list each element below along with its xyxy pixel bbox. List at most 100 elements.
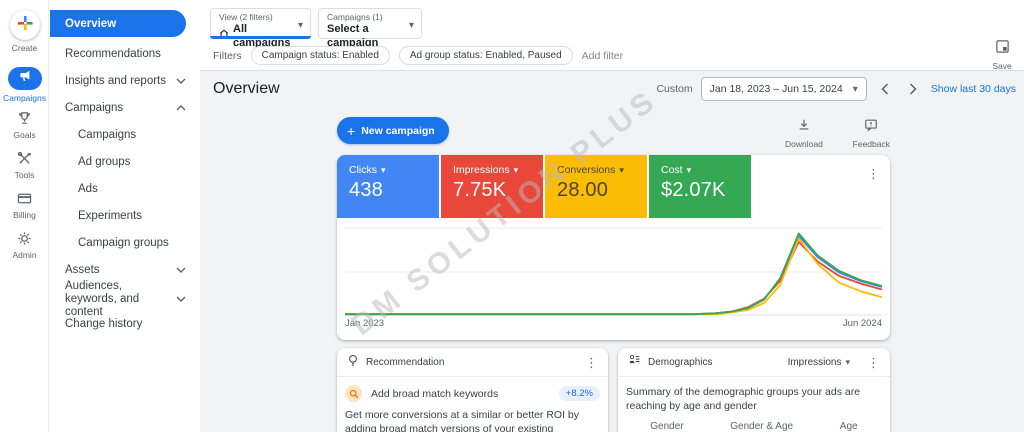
rail-item-admin[interactable]: Admin <box>0 229 49 260</box>
chevron-down-icon <box>176 78 186 84</box>
x-axis-end-label: Jun 2024 <box>843 318 882 329</box>
create-button[interactable] <box>10 10 40 40</box>
nav-item-campaigns-section[interactable]: Campaigns <box>49 98 200 118</box>
rail-item-tools[interactable]: Tools <box>0 149 49 180</box>
metric-label: Conversions <box>557 164 615 176</box>
nav-label: Campaign groups <box>49 237 169 249</box>
home-icon <box>219 29 229 43</box>
rail-label-tools: Tools <box>15 170 35 180</box>
rail-label-goals: Goals <box>13 130 35 140</box>
metric-strip: Clicks ▾ 438 Impressions▾ 7.75K Conversio… <box>337 155 751 218</box>
metric-label: Impressions <box>453 164 510 176</box>
demographics-tab-headers: Gender Gender & Age Age <box>626 421 882 432</box>
metric-value: 7.75K <box>453 179 543 202</box>
nav-label-overview: Overview <box>50 18 116 30</box>
tab-gender-and-age[interactable]: Gender & Age <box>708 421 816 432</box>
nav-label: Recommendations <box>49 48 161 60</box>
tab-gender[interactable]: Gender <box>626 421 708 432</box>
tools-icon <box>16 149 34 167</box>
campaigns-active-pill[interactable] <box>8 67 42 90</box>
new-campaign-button[interactable]: + New campaign <box>337 117 449 144</box>
save-icon <box>995 39 1010 59</box>
show-last-30-days-link[interactable]: Show last 30 days <box>931 83 1016 95</box>
view-dropdown-label: View (2 filters) <box>219 12 288 22</box>
nav-label: Ad groups <box>49 156 130 168</box>
metric-card-clicks[interactable]: Clicks ▾ 438 <box>337 155 439 218</box>
tab-age[interactable]: Age <box>815 421 882 432</box>
top-toolbar: View (2 filters) All campaigns ▾ Campaig… <box>200 0 1024 71</box>
nav-item-overview[interactable]: Overview <box>50 10 186 37</box>
nav-label: Audiences, keywords, and content <box>49 280 161 319</box>
metric-card-impressions[interactable]: Impressions▾ 7.75K <box>441 155 543 218</box>
recommendation-card-title: Recommendation <box>366 357 444 368</box>
metric-card-cost[interactable]: Cost▾ $2.07K <box>649 155 751 218</box>
performance-chart-card: Clicks ▾ 438 Impressions▾ 7.75K Conversio… <box>337 155 890 340</box>
filter-chip-ad-group-status[interactable]: Ad group status: Enabled, Paused <box>399 46 573 65</box>
create-plus-icon <box>17 15 33 36</box>
gear-icon <box>16 229 34 247</box>
rail-item-campaigns[interactable]: Campaigns <box>0 67 49 103</box>
nav-item-assets[interactable]: Assets <box>49 260 200 280</box>
caret-down-icon: ▾ <box>853 84 858 95</box>
demographics-metric-selector[interactable]: Impressions ▾ <box>788 357 850 368</box>
nav-item-insights-and-reports[interactable]: Insights and reports <box>49 71 200 91</box>
nav-item-campaign-groups[interactable]: Campaign groups <box>49 233 200 253</box>
previous-period-button[interactable] <box>875 79 895 99</box>
metric-value: 28.00 <box>557 179 647 202</box>
campaign-select-dropdown[interactable]: Campaigns (1) Select a campaign ▾ <box>318 8 422 39</box>
megaphone-icon <box>18 69 32 88</box>
search-icon <box>345 385 362 402</box>
save-button[interactable]: Save <box>986 39 1018 71</box>
nav-item-ads[interactable]: Ads <box>49 179 200 199</box>
feedback-button[interactable]: Feedback <box>853 118 890 149</box>
nav-label: Ads <box>49 183 98 195</box>
caret-down-icon: ▾ <box>298 20 303 31</box>
nav-item-campaigns[interactable]: Campaigns <box>49 125 200 145</box>
nav-label: Assets <box>49 264 100 276</box>
nav-item-audiences-keywords-content[interactable]: Audiences, keywords, and content <box>49 282 200 316</box>
add-filter-button[interactable]: Add filter <box>582 50 623 62</box>
metric-label: Clicks <box>349 164 377 176</box>
chart-card-menu-button[interactable]: ⋮ <box>867 167 880 180</box>
next-period-button[interactable] <box>903 79 923 99</box>
main-content: View (2 filters) All campaigns ▾ Campaig… <box>200 0 1024 432</box>
caret-down-icon: ▾ <box>409 20 414 31</box>
filters-row: Filters Campaign status: Enabled Ad grou… <box>213 46 623 65</box>
nav-item-recommendations[interactable]: Recommendations <box>49 44 200 64</box>
campaign-dropdown-label: Campaigns (1) <box>327 12 399 22</box>
download-icon <box>797 118 811 137</box>
nav-item-ad-groups[interactable]: Ad groups <box>49 152 200 172</box>
chevron-down-icon <box>176 267 186 273</box>
chevron-down-icon <box>176 296 186 302</box>
metric-value: 438 <box>349 179 439 202</box>
billing-card-icon <box>16 189 34 207</box>
view-dropdown[interactable]: View (2 filters) All campaigns ▾ <box>210 8 311 39</box>
recommendation-menu-button[interactable]: ⋮ <box>585 356 598 369</box>
recommendation-item-title[interactable]: Add broad match keywords <box>371 388 498 400</box>
demographics-card: Demographics Impressions ▾ ⋮ Summary of … <box>618 348 890 432</box>
rail-item-goals[interactable]: Goals <box>0 109 49 140</box>
caret-down-icon: ▾ <box>845 357 850 368</box>
date-range-picker[interactable]: Jan 18, 2023 – Jun 15, 2024 ▾ <box>701 77 867 101</box>
download-button[interactable]: Download <box>785 118 823 149</box>
metric-label: Cost <box>661 164 683 176</box>
rail-label-campaigns: Campaigns <box>3 93 46 103</box>
date-range-value: Jan 18, 2023 – Jun 15, 2024 <box>710 83 843 95</box>
demographics-menu-button[interactable]: ⋮ <box>867 356 880 369</box>
nav-item-change-history[interactable]: Change history <box>49 314 200 334</box>
caret-down-icon: ▾ <box>381 165 386 176</box>
nav-label: Campaigns <box>49 129 136 141</box>
save-label: Save <box>992 61 1011 71</box>
rail-item-create[interactable]: Create <box>0 10 49 53</box>
filter-chip-campaign-status[interactable]: Campaign status: Enabled <box>251 46 390 65</box>
performance-line-chart[interactable] <box>345 227 882 317</box>
recommendation-item[interactable]: Add broad match keywords +8.2% <box>345 385 600 402</box>
uplift-badge: +8.2% <box>559 386 600 401</box>
nav-item-experiments[interactable]: Experiments <box>49 206 200 226</box>
rail-label-billing: Billing <box>13 210 36 220</box>
demographics-icon <box>628 353 641 371</box>
nav-label: Experiments <box>49 210 142 222</box>
metric-card-conversions[interactable]: Conversions▾ 28.00 <box>545 155 647 218</box>
app-rail: Create Campaigns Goals Tools <box>0 0 49 432</box>
rail-item-billing[interactable]: Billing <box>0 189 49 220</box>
